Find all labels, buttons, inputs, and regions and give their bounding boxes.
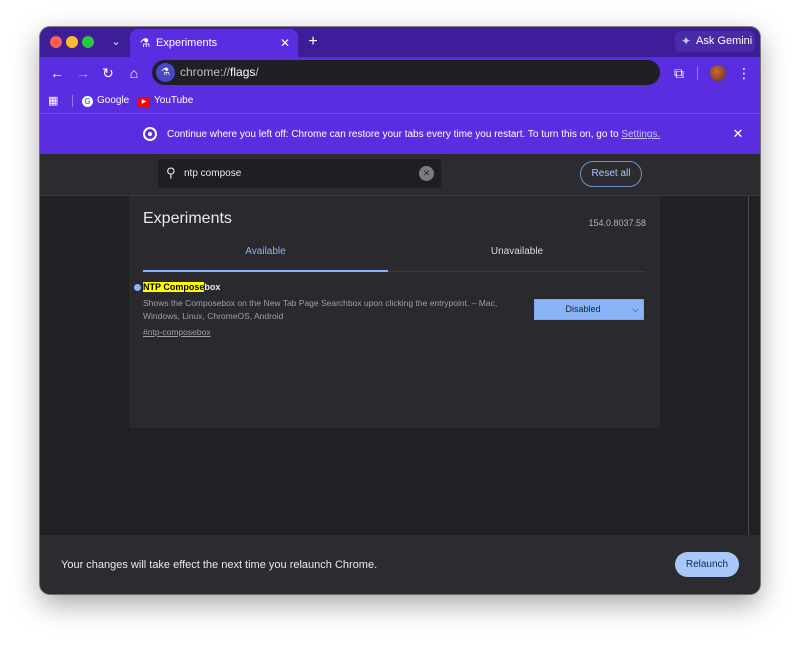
- flags-content: Experiments 154.0.8037.58 Available Unav…: [40, 196, 760, 535]
- chrome-icon: [143, 127, 157, 141]
- apps-grid-icon[interactable]: ▦: [48, 93, 62, 109]
- home-icon[interactable]: ⌂: [124, 63, 144, 83]
- maximize-window-button[interactable]: [82, 36, 94, 48]
- page-title: Experiments: [143, 210, 232, 227]
- restore-tabs-infobar: Continue where you left off: Chrome can …: [40, 113, 760, 154]
- clear-search-icon[interactable]: ✕: [419, 166, 434, 181]
- feature-state-select[interactable]: Disabled ⌵: [534, 299, 644, 320]
- search-icon: ⚲: [166, 165, 176, 180]
- ask-gemini-button[interactable]: ✦ Ask Gemini: [675, 31, 755, 52]
- bookmark-label: Google: [97, 95, 130, 106]
- feature-description: Shows the Composebox on the New Tab Page…: [143, 298, 498, 321]
- settings-link[interactable]: Settings.: [621, 129, 660, 140]
- minimize-window-button[interactable]: [66, 36, 78, 48]
- bookmark-google[interactable]: G Google: [82, 93, 129, 109]
- forward-icon[interactable]: →: [73, 63, 93, 83]
- reset-all-button[interactable]: Reset all: [580, 161, 642, 187]
- relaunch-button[interactable]: Relaunch: [675, 552, 739, 577]
- reload-icon[interactable]: ↻: [98, 63, 118, 83]
- tab-available[interactable]: Available: [143, 244, 388, 272]
- active-tab-indicator: [143, 270, 388, 272]
- bookmark-youtube[interactable]: ▶ YouTube: [138, 93, 193, 109]
- relaunch-footer: Your changes will take effect the next t…: [40, 535, 760, 594]
- ask-gemini-label: Ask Gemini: [696, 35, 753, 47]
- modified-indicator-dot: [134, 284, 141, 291]
- url-scheme: chrome://: [180, 65, 231, 79]
- google-icon: G: [82, 96, 93, 107]
- address-text[interactable]: chrome://flags/: [180, 65, 259, 80]
- bookmark-label: YouTube: [154, 95, 194, 106]
- infobar-text: Continue where you left off: Chrome can …: [167, 129, 622, 140]
- search-highlight: NTP Compose: [143, 282, 205, 292]
- gemini-spark-icon: ✦: [681, 34, 692, 48]
- close-window-button[interactable]: [50, 36, 62, 48]
- tab-close-icon[interactable]: ✕: [280, 35, 290, 51]
- profile-avatar[interactable]: [710, 65, 726, 81]
- address-bar[interactable]: ⚗ chrome://flags/: [152, 60, 660, 85]
- bookmarks-divider: [72, 95, 73, 107]
- tab-unavailable[interactable]: Unavailable: [388, 244, 646, 272]
- flags-search-box[interactable]: ⚲ ✕: [158, 159, 441, 188]
- chevron-down-icon: ⌵: [632, 304, 639, 314]
- infobar-message: Continue where you left off: Chrome can …: [167, 128, 660, 141]
- select-value: Disabled: [565, 304, 601, 314]
- scrollbar-track[interactable]: [748, 196, 749, 535]
- flask-icon: ⚗: [139, 36, 151, 50]
- infobar-close-icon[interactable]: ✕: [730, 126, 746, 142]
- tab-experiments[interactable]: ⚗ Experiments ✕: [130, 29, 298, 57]
- new-tab-button[interactable]: +: [304, 32, 322, 52]
- browser-window: ⌄ ⚗ Experiments ✕ + ✦ Ask Gemini ← → ↻ ⌂…: [40, 27, 760, 594]
- tab-strip: ⌄ ⚗ Experiments ✕ + ✦ Ask Gemini: [40, 27, 760, 57]
- bookmarks-bar: ▦ G Google ▶ YouTube: [40, 89, 760, 113]
- feature-name-rest: box: [204, 282, 221, 292]
- version-label: 154.0.8037.58: [588, 218, 646, 228]
- url-host: flags: [230, 65, 256, 79]
- feature-permalink[interactable]: #ntp-composebox: [143, 326, 211, 338]
- youtube-icon: ▶: [138, 98, 150, 107]
- search-input[interactable]: [184, 164, 414, 182]
- tab-title: Experiments: [156, 37, 218, 49]
- toolbar: ← → ↻ ⌂ ⚗ chrome://flags/ ⧉ ⋮: [40, 57, 760, 89]
- extensions-icon[interactable]: ⧉: [669, 63, 689, 83]
- flask-icon[interactable]: ⚗: [156, 63, 175, 82]
- url-path: /: [255, 65, 259, 79]
- flags-search-header: ⚲ ✕ Reset all: [40, 154, 760, 196]
- menu-icon[interactable]: ⋮: [734, 63, 754, 83]
- feature-name: NTP Composebox: [143, 281, 220, 293]
- relaunch-message: Your changes will take effect the next t…: [61, 559, 378, 571]
- toolbar-divider: [697, 66, 698, 80]
- back-icon[interactable]: ←: [47, 63, 67, 83]
- experiments-card: Experiments 154.0.8037.58 Available Unav…: [129, 196, 660, 428]
- tab-search-icon[interactable]: ⌄: [108, 33, 124, 51]
